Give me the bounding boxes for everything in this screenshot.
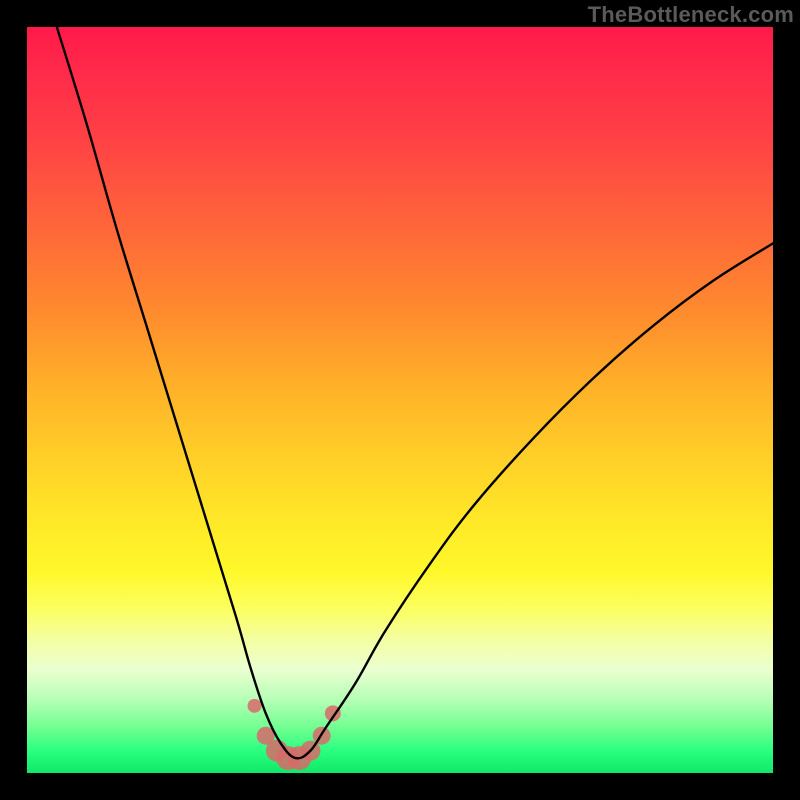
highlight-marker-group — [248, 699, 341, 770]
watermark-text: TheBottleneck.com — [588, 2, 794, 28]
bottleneck-curve — [57, 27, 773, 758]
chart-svg — [27, 27, 773, 773]
outer-frame: TheBottleneck.com — [0, 0, 800, 800]
plot-area — [27, 27, 773, 773]
highlight-marker — [248, 699, 262, 713]
